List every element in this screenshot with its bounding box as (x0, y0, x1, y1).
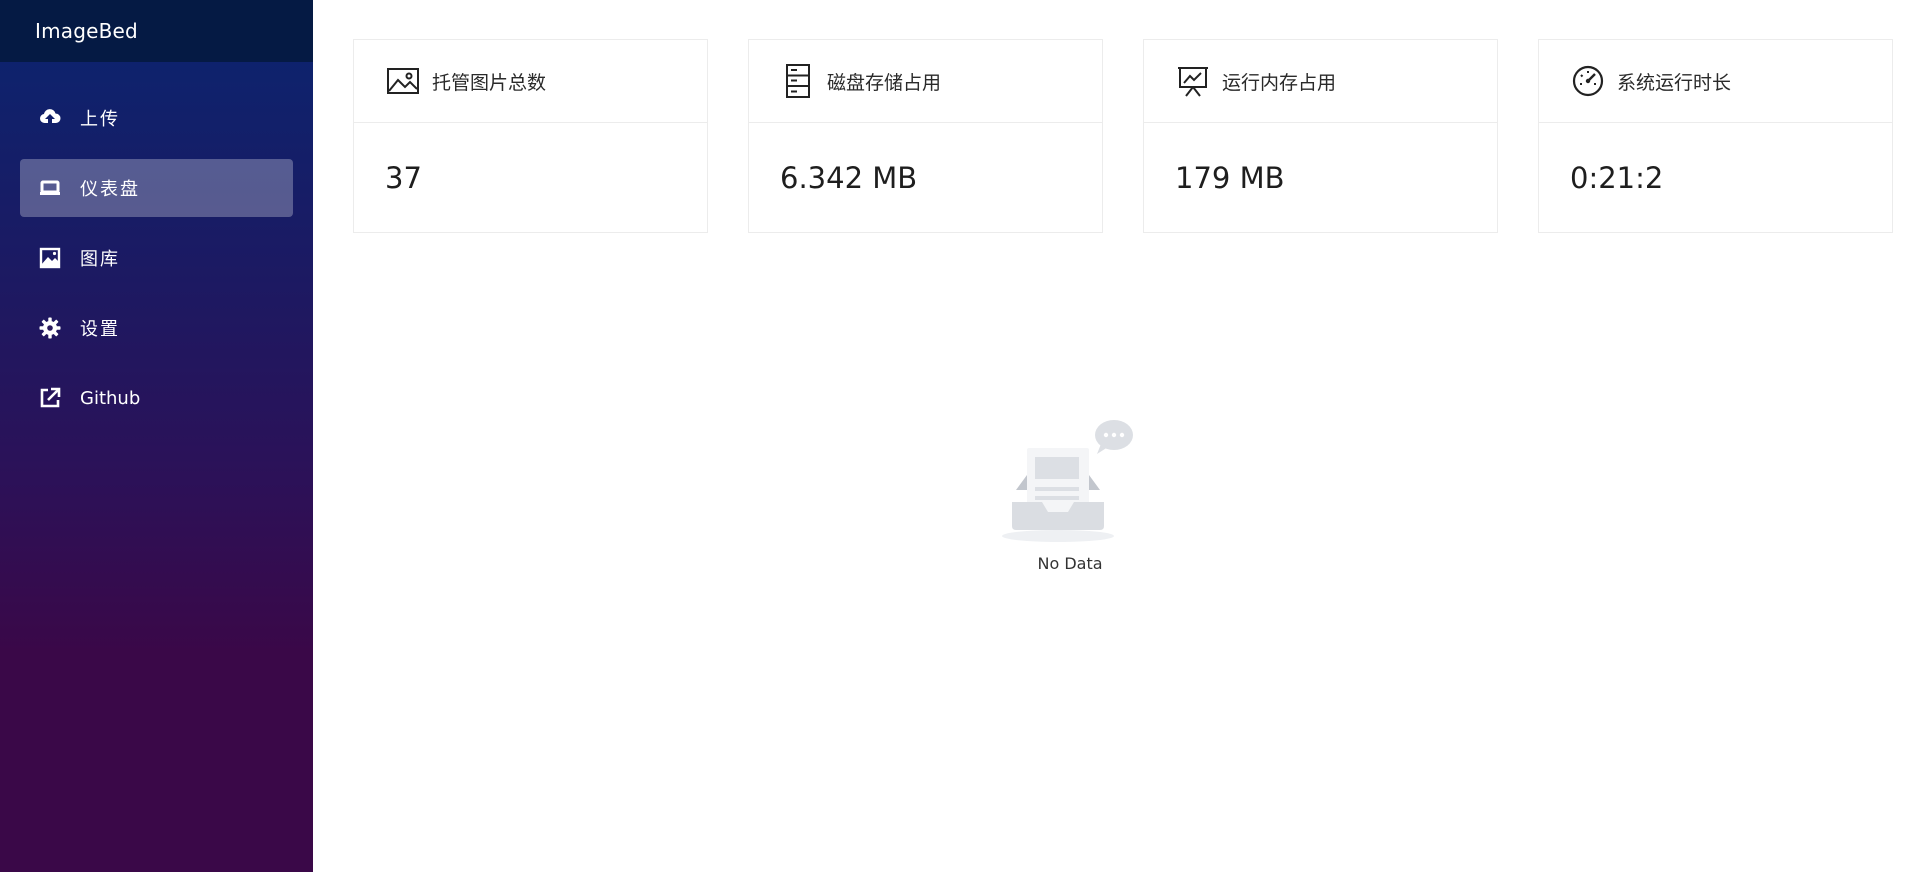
card-value: 6.342 MB (780, 161, 918, 195)
card-title: 运行内存占用 (1222, 71, 1337, 94)
card-title: 磁盘存储占用 (827, 71, 942, 94)
stat-card-disk: 磁盘存储占用 6.342 MB (748, 39, 1103, 233)
dashboard-icon (38, 176, 62, 200)
stat-card-images: 托管图片总数 37 (353, 39, 708, 233)
sidebar-item-settings[interactable]: 设置 (20, 299, 293, 357)
sidebar-item-upload[interactable]: 上传 (20, 89, 293, 147)
sidebar-item-label: Github (80, 387, 141, 409)
card-value: 179 MB (1175, 161, 1285, 195)
card-header: 系统运行时长 (1539, 40, 1892, 123)
card-title: 系统运行时长 (1617, 71, 1732, 94)
external-link-icon (38, 386, 62, 410)
empty-inbox-icon (1000, 420, 1140, 548)
upload-cloud-icon (38, 106, 62, 130)
sidebar-item-dashboard[interactable]: 仪表盘 (20, 159, 293, 217)
stat-card-memory: 运行内存占用 179 MB (1143, 39, 1498, 233)
sidebar-item-label: 图库 (80, 249, 120, 270)
sidebar-item-github[interactable]: Github (20, 369, 293, 427)
app-brand[interactable]: ImageBed (0, 0, 313, 62)
empty-state: No Data (1000, 420, 1140, 573)
gallery-icon (38, 246, 62, 270)
card-header: 磁盘存储占用 (749, 40, 1102, 123)
sidebar: ImageBed 上传 仪表盘 图库 设置 Github (0, 0, 313, 872)
sidebar-item-label: 设置 (80, 319, 120, 340)
presentation-chart-icon (1176, 64, 1210, 98)
card-header: 托管图片总数 (354, 40, 707, 123)
gear-icon (38, 316, 62, 340)
card-title: 托管图片总数 (432, 71, 547, 94)
sidebar-item-gallery[interactable]: 图库 (20, 229, 293, 287)
sidebar-item-label: 上传 (80, 109, 120, 130)
stats-cards: 托管图片总数 37 磁盘存储占用 6.342 MB 运行内存占用 179 MB (353, 39, 1893, 233)
stat-card-uptime: 系统运行时长 0:21:2 (1538, 39, 1893, 233)
card-value: 37 (385, 161, 422, 195)
card-header: 运行内存占用 (1144, 40, 1497, 123)
picture-icon (386, 64, 420, 98)
sidebar-nav: 上传 仪表盘 图库 设置 Github (0, 62, 313, 427)
empty-state-text: No Data (1037, 554, 1103, 573)
sidebar-item-label: 仪表盘 (80, 179, 140, 200)
card-value: 0:21:2 (1570, 161, 1664, 195)
speedometer-icon (1571, 64, 1605, 98)
server-icon (781, 64, 815, 98)
